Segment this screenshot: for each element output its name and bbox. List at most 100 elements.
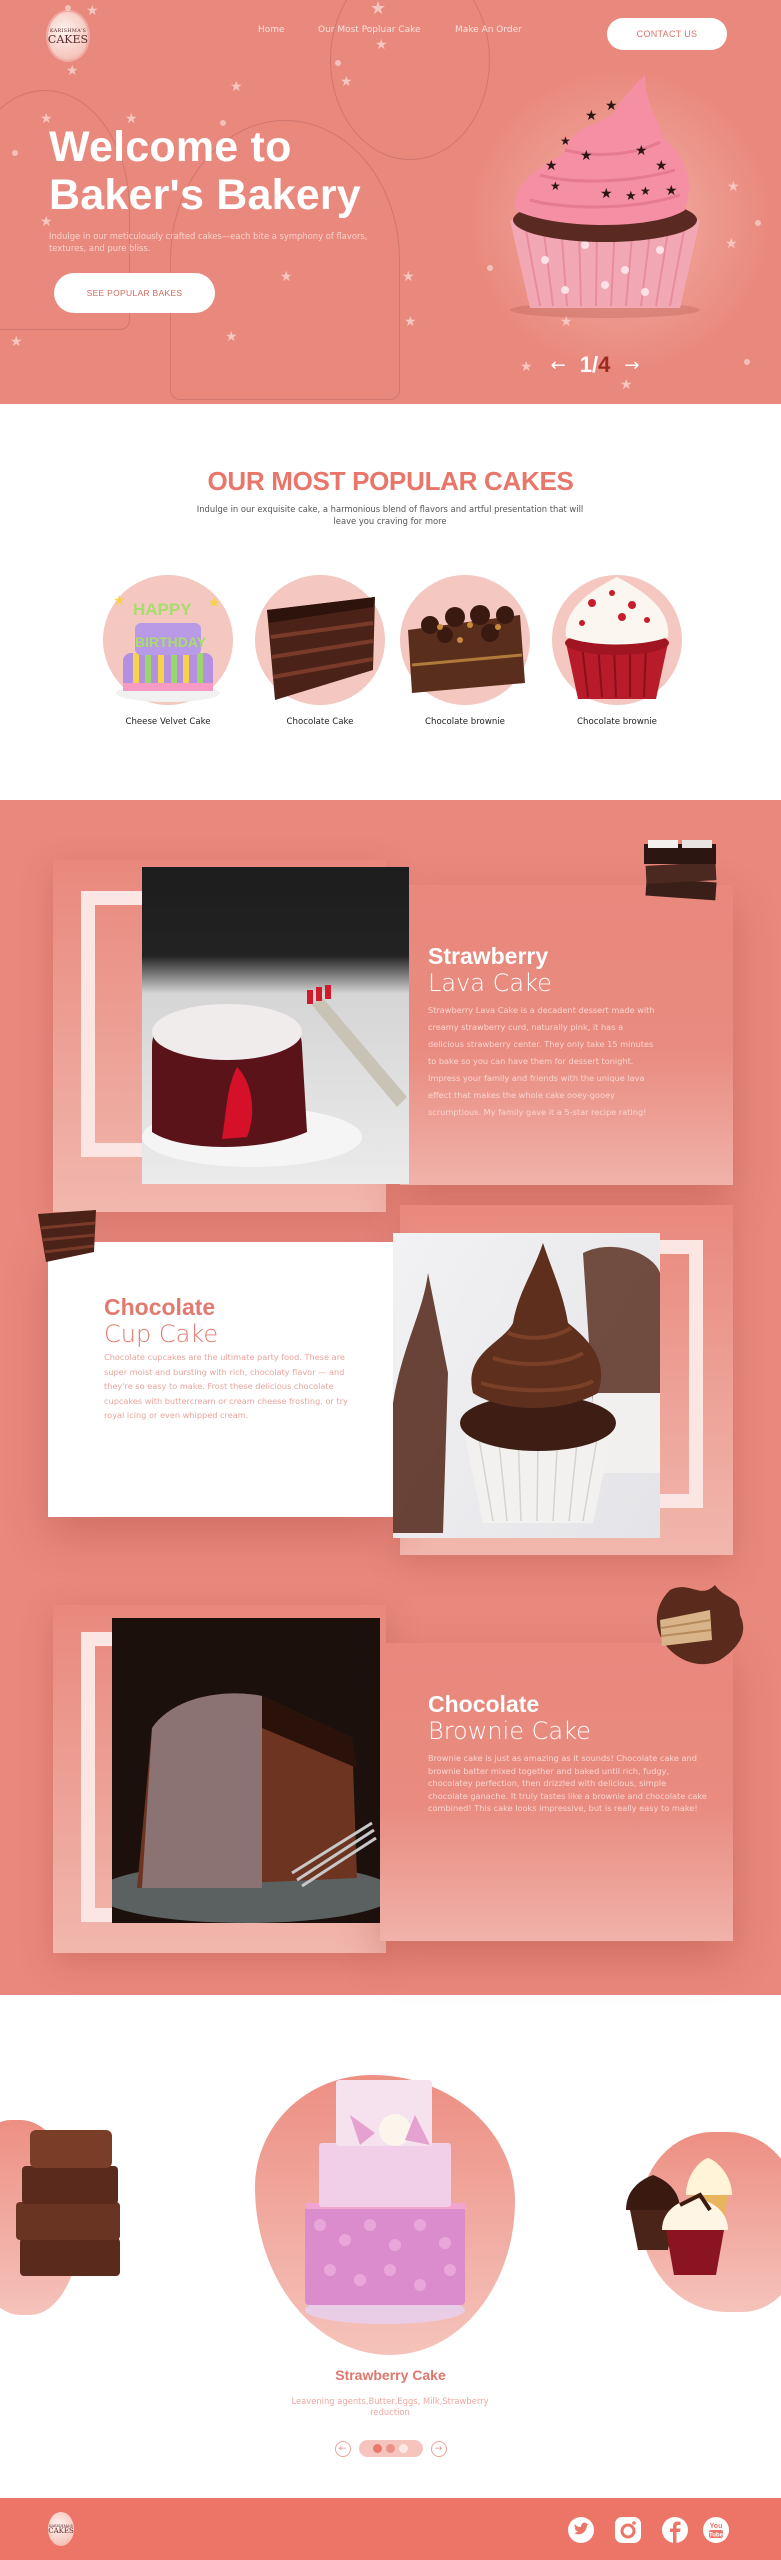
- star-decor-icon: ★: [86, 3, 99, 19]
- footer: KARISHMA'S CAKES You Tube: [0, 2498, 781, 2560]
- feature-subtitle: Cup Cake: [104, 1320, 219, 1348]
- svg-text:Tube: Tube: [709, 2533, 724, 2539]
- star-decor-icon: ★: [402, 269, 415, 285]
- hero-slider-controls: ← 1/4 →: [520, 350, 670, 380]
- svg-text:BIRTHDAY: BIRTHDAY: [135, 634, 207, 650]
- pagination-dot[interactable]: [386, 2444, 395, 2453]
- hero-title-line1: Welcome to: [49, 123, 292, 171]
- popular-item[interactable]: Chocolate brownie: [552, 575, 682, 727]
- star-decor-icon: ★: [66, 63, 79, 79]
- star-decor-icon: ★: [225, 329, 238, 345]
- feature-card: Chocolate Brownie Cake Brownie cake is j…: [380, 1643, 733, 1941]
- nav-home[interactable]: Home: [258, 25, 285, 35]
- star-decor-icon: ★: [725, 236, 738, 252]
- star-decor-icon: ★: [727, 179, 740, 195]
- svg-text:★: ★: [580, 148, 593, 164]
- showcase-prev-arrow-icon[interactable]: ←: [334, 2440, 351, 2457]
- svg-text:You: You: [710, 2523, 723, 2530]
- star-decor-icon: ★: [10, 334, 23, 350]
- feature-title: Chocolate: [104, 1294, 216, 1320]
- footer-logo[interactable]: KARISHMA'S CAKES: [48, 2512, 74, 2546]
- nav-make-order[interactable]: Make An Order: [455, 25, 522, 35]
- page: ★ ★ ★ ★ ★ ★ ★ ★ ★ ★ ★ ★ ★ ★ ★ ★ ★ ★ ★ KA…: [0, 0, 781, 2560]
- star-decor-icon: ★: [340, 74, 353, 90]
- showcase-next-arrow-icon[interactable]: →: [430, 2440, 447, 2457]
- svg-text:★: ★: [625, 189, 637, 204]
- nav-popular-cake[interactable]: Our Most Popluar Cake: [318, 25, 421, 35]
- svg-text:★: ★: [665, 183, 678, 199]
- showcase-pagination: [358, 2440, 423, 2457]
- brownie-cake-photo: [112, 1618, 380, 1923]
- twitter-icon[interactable]: [567, 2516, 595, 2544]
- hero-title: Welcome to Baker's Bakery: [49, 123, 361, 219]
- hero-next-arrow-icon[interactable]: →: [624, 355, 639, 376]
- brownie-image: [400, 575, 530, 705]
- youtube-icon[interactable]: You Tube: [702, 2516, 730, 2544]
- popular-section-subtitle: Indulge in our exquisite cake, a harmoni…: [196, 504, 584, 526]
- svg-text:★: ★: [605, 98, 618, 114]
- red-velvet-cupcake-image: [552, 575, 682, 705]
- svg-text:★: ★: [545, 158, 558, 174]
- brownie-stack-image: [16, 2130, 120, 2276]
- feature-subtitle: Lava Cake: [428, 969, 552, 997]
- chocolate-cake-image: [255, 575, 385, 705]
- slide-total: 4: [598, 352, 611, 377]
- contact-us-button[interactable]: CONTACT US: [607, 18, 727, 50]
- strawberry-tier-cake-image: [305, 2080, 465, 2324]
- showcase-title: Strawberry Cake: [335, 2367, 446, 2383]
- features-section: Strawberry Lava Cake Strawberry Lava Cak…: [0, 800, 781, 1995]
- svg-text:★: ★: [585, 108, 598, 124]
- birthday-cake-image: HAPPY BIRTHDAY ★ ★: [103, 575, 233, 705]
- cupcake-trio-image: [626, 2158, 732, 2275]
- hero-section: ★ ★ ★ ★ ★ ★ ★ ★ ★ ★ ★ ★ ★ ★ ★ ★ ★ ★ ★ KA…: [0, 0, 781, 404]
- svg-text:★: ★: [635, 143, 648, 159]
- dot-decor: [65, 5, 71, 11]
- svg-text:★: ★: [113, 593, 126, 609]
- dot-decor: [12, 150, 18, 156]
- popular-item-name: Chocolate brownie: [425, 717, 505, 727]
- popular-section-title: OUR MOST POPULAR CAKES: [207, 466, 574, 496]
- feature-body: Chocolate cupcakes are the ultimate part…: [104, 1352, 348, 1420]
- facebook-icon[interactable]: [661, 2516, 689, 2544]
- hero-title-line2: Baker's Bakery: [49, 171, 361, 219]
- feature-title: Strawberry: [428, 943, 549, 969]
- popular-item[interactable]: Chocolate brownie: [400, 575, 530, 727]
- hero-subtitle: Indulge in our meticulously crafted cake…: [49, 231, 368, 253]
- popular-item-name: Chocolate Cake: [286, 717, 354, 727]
- cake-slice-decor-icon: [38, 1210, 96, 1262]
- svg-text:★: ★: [600, 186, 613, 202]
- showcase-description: Leavening agents,Butter,Eggs, Milk,Straw…: [291, 2396, 489, 2417]
- star-decor-icon: ★: [230, 79, 243, 95]
- hero-cupcake-image: ★★★ ★★ ★ ★★★ ★★ ★: [510, 75, 700, 318]
- chocolate-pieces-icon: [644, 840, 717, 901]
- popular-item-name: Cheese Velvet Cake: [125, 717, 211, 727]
- popular-item[interactable]: HAPPY BIRTHDAY ★ ★ Cheese Velvet Cake: [103, 575, 233, 727]
- hero-slide-counter: 1/4: [580, 352, 611, 378]
- feature-card: Chocolate Cup Cake Chocolate cupcakes ar…: [48, 1242, 394, 1517]
- dot-decor: [335, 60, 341, 66]
- showcase-controls: ← →: [0, 2440, 781, 2457]
- svg-text:★: ★: [550, 179, 561, 193]
- svg-text:HAPPY: HAPPY: [133, 600, 192, 619]
- star-decor-icon: ★: [370, 0, 387, 19]
- footer-logo-text-bottom: CAKES: [48, 2526, 74, 2535]
- see-popular-bakes-button[interactable]: SEE POPULAR BAKES: [54, 273, 215, 313]
- svg-text:★: ★: [640, 184, 651, 198]
- feature-body: Strawberry Lava Cake is a decadent desse…: [428, 1005, 655, 1117]
- feature-card: Strawberry Lava Cake Strawberry Lava Cak…: [400, 885, 733, 1185]
- svg-text:★: ★: [208, 595, 221, 611]
- feature-body: Brownie cake is just as amazing as it so…: [428, 1753, 707, 1813]
- svg-text:★: ★: [655, 158, 668, 174]
- pagination-dot[interactable]: [399, 2444, 408, 2453]
- popular-item-name: Chocolate brownie: [577, 717, 657, 727]
- slide-current: 1: [579, 352, 592, 377]
- lava-cake-photo: [142, 867, 409, 1184]
- instagram-icon[interactable]: [614, 2516, 642, 2544]
- pagination-dot[interactable]: [373, 2444, 382, 2453]
- chocolate-cupcake-photo: [393, 1233, 660, 1538]
- feature-title: Chocolate: [428, 1691, 540, 1717]
- hero-prev-arrow-icon[interactable]: ←: [551, 355, 566, 376]
- dot-decor: [744, 359, 750, 365]
- popular-item[interactable]: Chocolate Cake: [255, 575, 385, 727]
- wafer-chocolate-splash-icon: [656, 1585, 744, 1665]
